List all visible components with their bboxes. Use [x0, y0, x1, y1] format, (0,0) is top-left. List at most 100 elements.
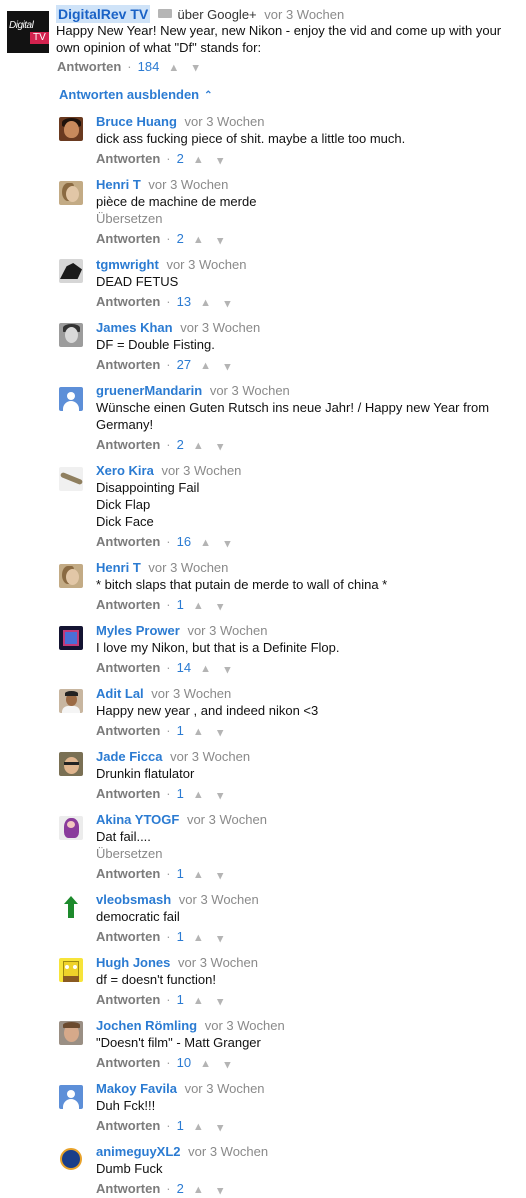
thumbs-down-icon[interactable]: ▲: [190, 62, 201, 74]
thumbs-up-icon[interactable]: ▲: [200, 295, 211, 312]
reply-time[interactable]: vor 3 Wochen: [180, 320, 260, 335]
user-avatar[interactable]: [59, 1021, 83, 1045]
comment-time[interactable]: vor 3 Wochen: [264, 7, 344, 22]
thumbs-down-icon[interactable]: ▲: [222, 535, 233, 552]
thumbs-down-icon[interactable]: ▲: [215, 152, 226, 169]
thumbs-down-icon[interactable]: ▲: [222, 661, 233, 678]
thumbs-up-icon[interactable]: ▲: [193, 930, 204, 947]
reply-time[interactable]: vor 3 Wochen: [178, 955, 258, 970]
thumbs-up-icon[interactable]: ▲: [193, 1182, 204, 1198]
reply-time[interactable]: vor 3 Wochen: [170, 749, 250, 764]
thumbs-up-icon[interactable]: ▲: [193, 232, 204, 249]
user-avatar[interactable]: [59, 1147, 83, 1171]
user-avatar[interactable]: [59, 181, 83, 205]
thumbs-up-icon[interactable]: ▲: [193, 438, 204, 455]
user-avatar[interactable]: [59, 259, 83, 283]
reply-button[interactable]: Antworten: [96, 929, 160, 944]
thumbs-down-icon[interactable]: ▲: [215, 232, 226, 249]
thumbs-up-icon[interactable]: ▲: [193, 867, 204, 884]
reply-button[interactable]: Antworten: [96, 597, 160, 612]
reply-author[interactable]: James Khan: [96, 320, 173, 335]
reply-time[interactable]: vor 3 Wochen: [185, 114, 265, 129]
thumbs-down-icon[interactable]: ▲: [215, 787, 226, 804]
reply-author[interactable]: vleobsmash: [96, 892, 171, 907]
reply-button[interactable]: Antworten: [96, 231, 160, 246]
reply-author[interactable]: Jade Ficca: [96, 749, 163, 764]
thumbs-down-icon[interactable]: ▲: [215, 598, 226, 615]
thumbs-down-icon[interactable]: ▲: [215, 867, 226, 884]
thumbs-up-icon[interactable]: ▲: [193, 724, 204, 741]
reply-button[interactable]: Antworten: [96, 786, 160, 801]
reply-time[interactable]: vor 3 Wochen: [151, 686, 231, 701]
thumbs-down-icon[interactable]: ▲: [215, 930, 226, 947]
user-avatar[interactable]: [59, 323, 83, 347]
reply-author[interactable]: Myles Prower: [96, 623, 180, 638]
thumbs-down-icon[interactable]: ▲: [222, 1056, 233, 1073]
reply-time[interactable]: vor 3 Wochen: [205, 1018, 285, 1033]
reply-button[interactable]: Antworten: [96, 357, 160, 372]
channel-avatar[interactable]: Digital TV: [7, 11, 49, 53]
translate-link[interactable]: Übersetzen: [96, 845, 162, 862]
reply-author[interactable]: Bruce Huang: [96, 114, 177, 129]
thumbs-down-icon[interactable]: ▲: [222, 358, 233, 375]
thumbs-up-icon[interactable]: ▲: [193, 993, 204, 1010]
reply-button[interactable]: Antworten: [96, 723, 160, 738]
translate-link[interactable]: Übersetzen: [96, 210, 162, 227]
user-avatar[interactable]: [59, 958, 83, 982]
reply-time[interactable]: vor 3 Wochen: [148, 177, 228, 192]
user-avatar[interactable]: [59, 816, 83, 840]
reply-time[interactable]: vor 3 Wochen: [188, 1144, 268, 1159]
thumbs-up-icon[interactable]: ▲: [193, 787, 204, 804]
user-avatar[interactable]: [59, 895, 83, 919]
reply-time[interactable]: vor 3 Wochen: [179, 892, 259, 907]
thumbs-down-icon[interactable]: ▲: [215, 1182, 226, 1198]
reply-author[interactable]: Akina YTOGF: [96, 812, 179, 827]
thumbs-down-icon[interactable]: ▲: [215, 1119, 226, 1136]
user-avatar[interactable]: [59, 564, 83, 588]
thumbs-up-icon[interactable]: ▲: [193, 598, 204, 615]
reply-author[interactable]: tgmwright: [96, 257, 159, 272]
thumbs-up-icon[interactable]: ▲: [200, 358, 211, 375]
reply-author[interactable]: Xero Kira: [96, 463, 154, 478]
reply-author[interactable]: gruenerMandarin: [96, 383, 202, 398]
reply-button[interactable]: Antworten: [96, 437, 160, 452]
thumbs-up-icon[interactable]: ▲: [193, 152, 204, 169]
default-avatar-icon[interactable]: [59, 387, 83, 411]
reply-button[interactable]: Antworten: [96, 1181, 160, 1196]
thumbs-down-icon[interactable]: ▲: [215, 724, 226, 741]
reply-time[interactable]: vor 3 Wochen: [185, 1081, 265, 1096]
reply-button[interactable]: Antworten: [96, 534, 160, 549]
user-avatar[interactable]: [59, 689, 83, 713]
thumbs-up-icon[interactable]: ▲: [168, 62, 179, 74]
user-avatar[interactable]: [59, 467, 83, 491]
reply-author[interactable]: Henri T: [96, 560, 141, 575]
reply-button[interactable]: Antworten: [96, 1118, 160, 1133]
reply-author[interactable]: Henri T: [96, 177, 141, 192]
thumbs-down-icon[interactable]: ▲: [215, 438, 226, 455]
reply-time[interactable]: vor 3 Wochen: [187, 623, 267, 638]
reply-time[interactable]: vor 3 Wochen: [210, 383, 290, 398]
user-avatar[interactable]: [59, 752, 83, 776]
thumbs-down-icon[interactable]: ▲: [222, 295, 233, 312]
hide-replies-button[interactable]: Antworten ausblenden ⌃: [59, 87, 213, 102]
reply-author[interactable]: Jochen Römling: [96, 1018, 197, 1033]
default-avatar-icon[interactable]: [59, 1085, 83, 1109]
reply-button[interactable]: Antworten: [96, 866, 160, 881]
reply-time[interactable]: vor 3 Wochen: [148, 560, 228, 575]
reply-author[interactable]: animeguyXL2: [96, 1144, 181, 1159]
reply-button[interactable]: Antworten: [96, 151, 160, 166]
reply-author[interactable]: Adit Lal: [96, 686, 144, 701]
thumbs-down-icon[interactable]: ▲: [215, 993, 226, 1010]
thumbs-up-icon[interactable]: ▲: [200, 535, 211, 552]
reply-author[interactable]: Makoy Favila: [96, 1081, 177, 1096]
comment-author[interactable]: DigitalRev TV: [56, 5, 151, 23]
reply-button[interactable]: Antworten: [57, 59, 121, 74]
thumbs-up-icon[interactable]: ▲: [200, 661, 211, 678]
thumbs-up-icon[interactable]: ▲: [200, 1056, 211, 1073]
reply-button[interactable]: Antworten: [96, 294, 160, 309]
reply-time[interactable]: vor 3 Wochen: [161, 463, 241, 478]
reply-time[interactable]: vor 3 Wochen: [187, 812, 267, 827]
reply-author[interactable]: Hugh Jones: [96, 955, 170, 970]
reply-button[interactable]: Antworten: [96, 1055, 160, 1070]
reply-button[interactable]: Antworten: [96, 992, 160, 1007]
